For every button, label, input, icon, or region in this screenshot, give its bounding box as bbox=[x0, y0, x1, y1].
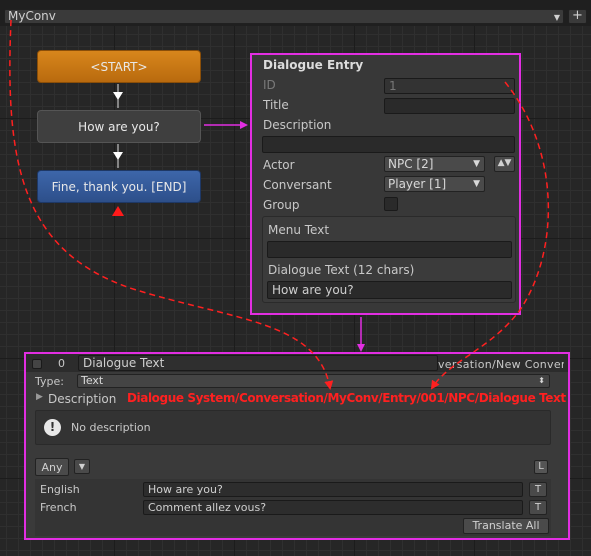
translate-french-button[interactable]: T bbox=[529, 500, 547, 515]
end-arrow-icon bbox=[112, 206, 124, 216]
dialogue-node-fine[interactable]: Fine, thank you. [END] bbox=[37, 170, 201, 203]
language-name: English bbox=[40, 483, 80, 496]
start-node[interactable]: <START> bbox=[37, 50, 201, 83]
actor-value: NPC [2] bbox=[388, 157, 434, 171]
info-speech-icon: ! bbox=[44, 419, 61, 436]
translation-french-field[interactable]: Comment allez vous? bbox=[143, 500, 523, 515]
expand-triangle-icon[interactable]: ▶ bbox=[36, 392, 43, 402]
panel-title: Dialogue Entry bbox=[263, 58, 364, 72]
type-value: Text bbox=[81, 374, 104, 387]
path-annotation: Dialogue System/Conversation/MyConv/Entr… bbox=[127, 391, 566, 405]
no-description-text: No description bbox=[71, 421, 151, 434]
field-checkbox[interactable] bbox=[32, 359, 42, 369]
dialogue-text-label: Dialogue Text (12 chars) bbox=[268, 263, 415, 277]
actor-dropdown[interactable]: NPC [2] ▼ bbox=[384, 156, 485, 172]
group-checkbox[interactable] bbox=[384, 197, 398, 211]
description-foldout[interactable]: Description bbox=[48, 392, 116, 406]
field-name-input[interactable]: Dialogue Text bbox=[78, 355, 438, 371]
dialogue-node-how-are-you[interactable]: How are you? bbox=[37, 110, 201, 143]
help-box: ! No description bbox=[35, 410, 551, 445]
conversation-dropdown-label: MyConv bbox=[8, 9, 56, 23]
menu-text-label: Menu Text bbox=[268, 223, 330, 237]
chevron-down-icon: ▼ bbox=[553, 13, 560, 22]
language-list-button[interactable]: L bbox=[534, 460, 548, 474]
text-group: Menu Text Dialogue Text (12 chars) How a… bbox=[262, 216, 516, 303]
actor-label: Actor bbox=[263, 158, 295, 172]
field-index: 0 bbox=[58, 357, 65, 370]
link-arrow-icon bbox=[113, 92, 123, 100]
type-dropdown[interactable]: Text ⬍ bbox=[77, 374, 550, 388]
swap-actor-button[interactable]: ▲▼ bbox=[494, 156, 515, 172]
description-field[interactable] bbox=[262, 136, 515, 153]
group-label: Group bbox=[263, 198, 300, 212]
field-path: versation/New Conversa bbox=[438, 358, 564, 371]
conversant-value: Player [1] bbox=[388, 177, 447, 191]
chevron-down-icon: ▼ bbox=[473, 179, 480, 189]
dialogue-text-field[interactable]: How are you? bbox=[267, 281, 512, 299]
conversant-dropdown[interactable]: Player [1] ▼ bbox=[384, 176, 485, 192]
translations-table: English How are you? T French Comment al… bbox=[35, 479, 551, 536]
translation-english-field[interactable]: How are you? bbox=[143, 482, 523, 497]
dialogue-entry-panel: Dialogue Entry ID 1 Title Description Ac… bbox=[250, 53, 521, 315]
type-label: Type: bbox=[35, 375, 64, 388]
conversation-dropdown[interactable]: MyConv ▼ bbox=[4, 9, 564, 24]
title-label: Title bbox=[263, 98, 289, 112]
field-inspector-panel: 0 Dialogue Text versation/New Conversa T… bbox=[24, 352, 570, 540]
id-field: 1 bbox=[384, 78, 515, 94]
chevron-updown-icon: ⬍ bbox=[538, 376, 545, 385]
translate-all-button[interactable]: Translate All bbox=[463, 518, 549, 534]
description-label: Description bbox=[263, 118, 332, 132]
chevron-down-icon: ▼ bbox=[473, 159, 480, 169]
title-field[interactable] bbox=[384, 98, 515, 114]
filter-dropdown-button[interactable]: ▼ bbox=[74, 459, 90, 474]
add-conversation-button[interactable]: + bbox=[568, 9, 587, 24]
swap-icon: ▲▼ bbox=[497, 158, 512, 168]
translate-english-button[interactable]: T bbox=[529, 482, 547, 497]
conversant-label: Conversant bbox=[263, 178, 332, 192]
id-label: ID bbox=[263, 78, 276, 92]
menu-text-field[interactable] bbox=[267, 241, 512, 258]
chevron-down-icon: ▼ bbox=[78, 462, 86, 471]
link-arrow-icon bbox=[113, 152, 123, 160]
language-name: French bbox=[40, 501, 77, 514]
language-filter-button[interactable]: Any bbox=[35, 458, 69, 476]
